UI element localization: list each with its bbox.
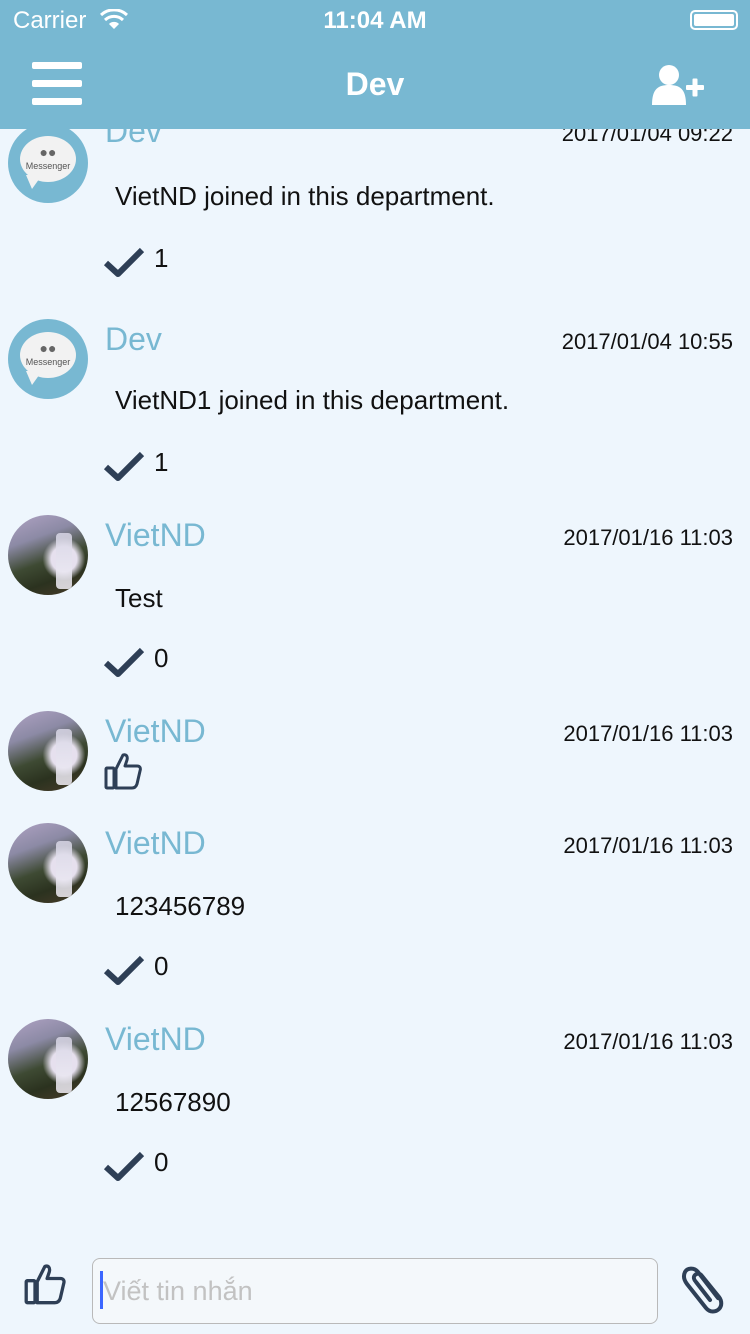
- avatar-label: Messenger: [25, 161, 71, 171]
- check-icon: [104, 247, 144, 277]
- avatar[interactable]: [8, 515, 88, 595]
- people-icon: ●●: [39, 144, 57, 160]
- avatar[interactable]: ●● Messenger: [8, 129, 88, 203]
- message-time: 2017/01/16 11:03: [563, 721, 733, 746]
- people-icon: ●●: [39, 340, 57, 356]
- message-item: VietND 2017/01/16 11:03 Test 0: [0, 511, 750, 701]
- seen-count: 1: [154, 243, 169, 273]
- sender-name: Dev: [105, 129, 162, 149]
- check-icon: [104, 955, 144, 985]
- message-time: 2017/01/16 11:03: [563, 525, 733, 550]
- avatar[interactable]: [8, 1019, 88, 1099]
- sender-name: VietND: [105, 713, 206, 749]
- add-user-icon: [652, 65, 704, 105]
- sender-name: Dev: [105, 321, 162, 357]
- paperclip-icon: [681, 1266, 724, 1314]
- message-composer: [0, 1240, 750, 1334]
- message-item: VietND 2017/01/16 11:03: [0, 707, 750, 807]
- thumbs-up-icon: [24, 1264, 66, 1305]
- status-bar: Carrier 11:04 AM: [0, 0, 750, 40]
- message-item: ●● Messenger Dev 2017/01/04 10:55 VietND…: [0, 315, 750, 505]
- check-icon: [104, 451, 144, 481]
- message-text: 12567890: [115, 1087, 231, 1117]
- seen-count: 0: [154, 643, 169, 673]
- text-cursor: [100, 1271, 103, 1309]
- thumbs-up-icon: [104, 753, 142, 790]
- message-item: VietND 2017/01/16 11:03 12567890 0: [0, 1015, 750, 1205]
- avatar-label: Messenger: [25, 357, 71, 367]
- sender-name: VietND: [105, 825, 206, 861]
- battery-icon: [690, 10, 738, 30]
- page-title: Dev: [345, 66, 405, 102]
- seen-count: 0: [154, 1147, 169, 1177]
- seen-count: 0: [154, 951, 169, 981]
- status-time: 11:04 AM: [323, 7, 427, 34]
- check-icon: [104, 647, 144, 677]
- message-item: ●● Messenger Dev 2017/01/04 09:22 VietND…: [0, 129, 750, 309]
- like-button[interactable]: [24, 1262, 68, 1306]
- check-icon: [104, 1151, 144, 1181]
- attach-button[interactable]: [678, 1258, 728, 1314]
- message-time: 2017/01/16 11:03: [563, 833, 733, 858]
- seen-count: 1: [154, 447, 169, 477]
- message-text: VietND1 joined in this department.: [115, 385, 510, 415]
- message-text: 123456789: [115, 891, 246, 921]
- message-list[interactable]: ●● Messenger Dev 2017/01/04 09:22 VietND…: [0, 129, 750, 1239]
- message-item: VietND 2017/01/16 11:03 123456789 0: [0, 819, 750, 1009]
- message-input[interactable]: [92, 1258, 658, 1324]
- message-time: 2017/01/04 10:55: [561, 329, 733, 354]
- navigation-bar: Carrier 11:04 AM Dev: [0, 0, 750, 129]
- avatar[interactable]: [8, 823, 88, 903]
- message-time: 2017/01/04 09:22: [561, 129, 733, 146]
- message-time: 2017/01/16 11:03: [563, 1029, 733, 1054]
- message-text: Test: [115, 583, 163, 613]
- sender-name: VietND: [105, 1021, 206, 1057]
- sender-name: VietND: [105, 517, 206, 553]
- avatar[interactable]: ●● Messenger: [8, 319, 88, 399]
- message-text: VietND joined in this department.: [115, 181, 495, 211]
- add-user-button[interactable]: [652, 63, 704, 105]
- avatar[interactable]: [8, 711, 88, 791]
